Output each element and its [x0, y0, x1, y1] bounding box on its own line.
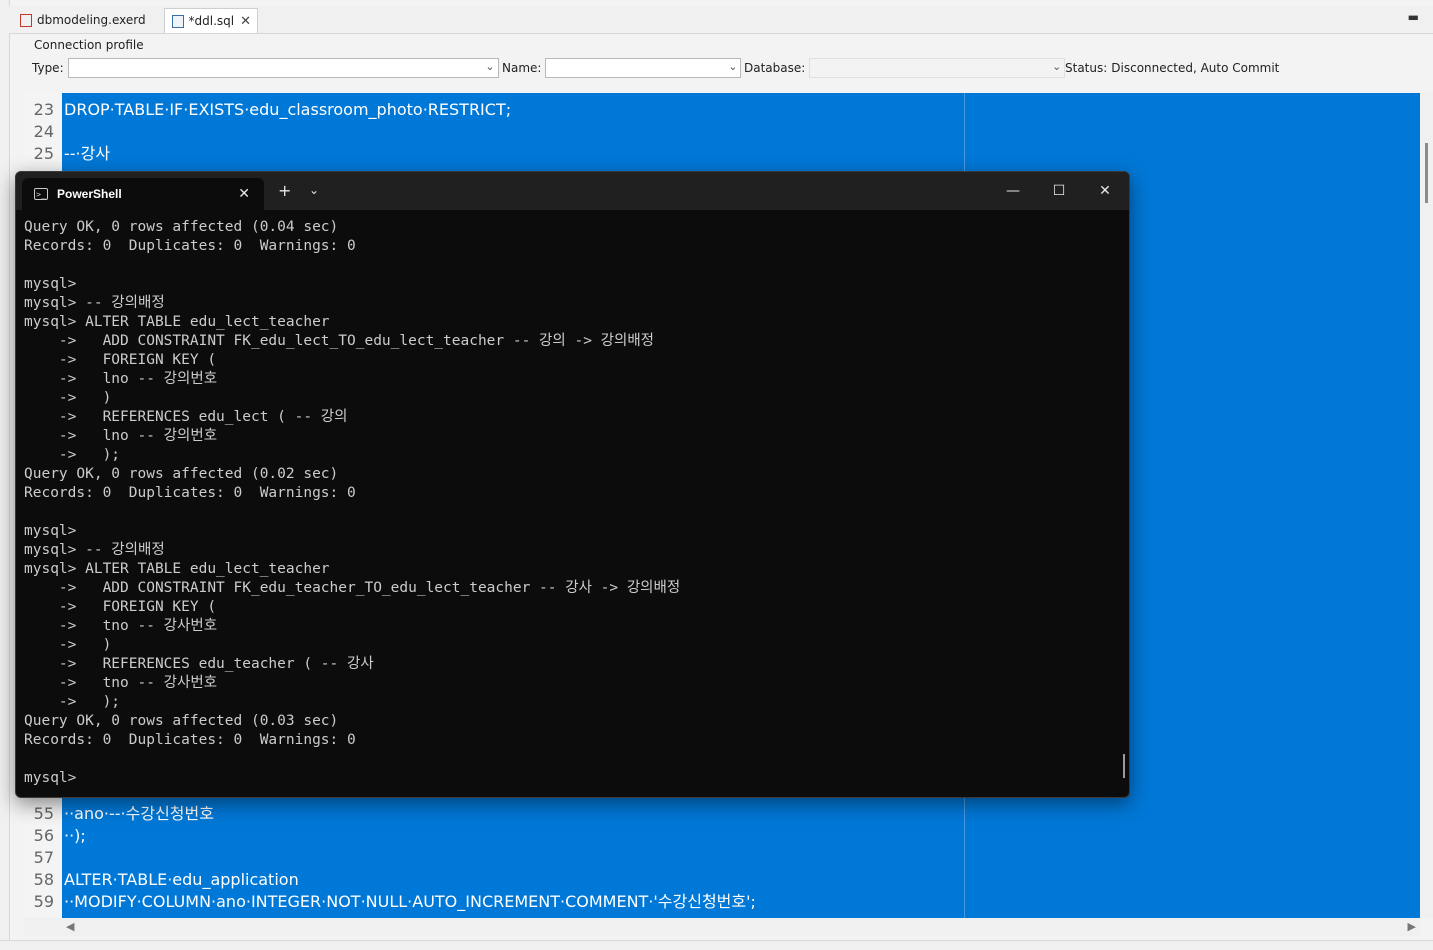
status-value: Disconnected, Auto Commit: [1111, 61, 1280, 75]
minimize-editor-icon[interactable]: ▬: [1408, 10, 1419, 24]
code-text: --·강사: [64, 144, 111, 163]
code-line: 23 DROP·TABLE·IF·EXISTS·edu_classroom_ph…: [24, 99, 511, 121]
powershell-window[interactable]: >_ PowerShell ✕ + ⌄ — ☐ ✕ Query OK, 0 ro…: [15, 171, 1130, 798]
database-combo[interactable]: ⌄: [809, 58, 1066, 78]
type-label: Type:: [32, 61, 64, 75]
code-text: ··MODIFY·COLUMN·ano·INTEGER·NOT·NULL·AUT…: [64, 892, 756, 911]
terminal-line: -> ADD CONSTRAINT FK_edu_lect_TO_edu_lec…: [24, 333, 655, 349]
code-line: 25 --·강사: [24, 143, 110, 165]
horizontal-scrollbar[interactable]: ◀ ▶: [24, 918, 1420, 936]
terminal-line: -> FOREIGN KEY (: [24, 599, 217, 615]
editor-tab-bar: dbmodeling.exerd *ddl.sql ✕ ▬: [9, 6, 1433, 34]
terminal-line: mysql> ALTER TABLE edu_lect_teacher: [24, 561, 330, 577]
terminal-line: -> tno -- 강사번호: [24, 675, 218, 691]
terminal-line: -> ADD CONSTRAINT FK_edu_teacher_TO_edu_…: [24, 580, 681, 596]
code-text: DROP·TABLE·IF·EXISTS·edu_classroom_photo…: [64, 100, 512, 119]
terminal-line: -> REFERENCES edu_teacher ( -- 강사: [24, 656, 374, 672]
connection-profile-bar: Connection profile Type: ⌄ Name: ⌄ Datab…: [24, 34, 1433, 92]
close-icon[interactable]: ✕: [240, 14, 251, 29]
maximize-button[interactable]: ☐: [1036, 178, 1082, 204]
name-label: Name:: [502, 61, 542, 75]
line-number: 24: [33, 122, 54, 141]
vertical-scrollbar[interactable]: [1420, 93, 1433, 918]
terminal-line: mysql> -- 강의배정: [24, 542, 165, 558]
tab-label: dbmodeling.exerd: [37, 13, 146, 27]
code-text: ··);: [64, 826, 86, 845]
terminal-line: -> ): [24, 390, 112, 406]
terminal-line: -> REFERENCES edu_lect ( -- 강의: [24, 409, 348, 425]
code-line: 24: [24, 121, 64, 143]
new-tab-button[interactable]: +: [278, 181, 291, 200]
line-number: 23: [33, 100, 54, 119]
terminal-scrollbar[interactable]: [1123, 754, 1125, 778]
type-combo[interactable]: ⌄: [67, 58, 499, 78]
tab-label: *ddl.sql: [188, 14, 235, 28]
sql-file-icon: [172, 14, 184, 28]
minimize-button[interactable]: —: [990, 178, 1036, 204]
left-panel-edge: [0, 0, 10, 949]
line-number: 56: [33, 826, 54, 845]
code-line: 59 ··MODIFY·COLUMN·ano·INTEGER·NOT·NULL·…: [24, 891, 756, 913]
line-number: 57: [33, 848, 54, 867]
chevron-down-icon: ⌄: [485, 60, 495, 73]
status-row: Status: Disconnected, Auto Commit: [1065, 57, 1279, 79]
erd-file-icon: [20, 13, 32, 27]
terminal-title-bar[interactable]: >_ PowerShell ✕ + ⌄ — ☐ ✕: [16, 172, 1129, 210]
terminal-line: Query OK, 0 rows affected (0.04 sec): [24, 219, 339, 235]
line-number: 55: [33, 804, 54, 823]
database-row: Database: ⌄: [744, 57, 1066, 79]
terminal-line: Records: 0 Duplicates: 0 Warnings: 0: [24, 238, 356, 254]
terminal-line: -> FOREIGN KEY (: [24, 352, 217, 368]
terminal-line: mysql>: [24, 770, 77, 786]
code-line: 55 ··ano·--·수강신청번호: [24, 803, 214, 825]
terminal-line: -> tno -- 강사번호: [24, 618, 218, 634]
terminal-line: -> lno -- 강의번호: [24, 371, 218, 387]
scroll-right-icon[interactable]: ▶: [1408, 920, 1416, 933]
code-line: 57: [24, 847, 64, 869]
terminal-line: mysql>: [24, 276, 77, 292]
status-label: Status:: [1065, 61, 1108, 75]
close-icon[interactable]: ✕: [238, 186, 250, 202]
terminal-tab-title: PowerShell: [57, 187, 122, 201]
code-line: 56 ··);: [24, 825, 86, 847]
powershell-icon: >_: [34, 188, 48, 200]
tab-ddl-sql[interactable]: *ddl.sql ✕: [164, 8, 258, 33]
code-text: ··ano·--·수강신청번호: [64, 804, 214, 823]
chevron-down-icon: ⌄: [728, 60, 738, 73]
database-label: Database:: [744, 61, 806, 75]
terminal-line: -> );: [24, 447, 121, 463]
type-row: Type: ⌄: [32, 57, 499, 79]
terminal-line: mysql>: [24, 523, 77, 539]
terminal-line: mysql> -- 강의배정: [24, 295, 165, 311]
line-number: 59: [33, 892, 54, 911]
terminal-line: mysql> ALTER TABLE edu_lect_teacher: [24, 314, 330, 330]
terminal-line: -> );: [24, 694, 121, 710]
close-window-button[interactable]: ✕: [1082, 178, 1128, 204]
scroll-left-icon[interactable]: ◀: [66, 920, 74, 933]
name-combo[interactable]: ⌄: [545, 58, 742, 78]
terminal-line: -> ): [24, 637, 112, 653]
chevron-down-icon: ⌄: [1052, 60, 1062, 73]
line-number: 25: [33, 144, 54, 163]
tab-dbmodeling[interactable]: dbmodeling.exerd: [13, 8, 163, 32]
name-row: Name: ⌄: [502, 57, 742, 79]
connection-profile-title: Connection profile: [34, 38, 144, 52]
chevron-down-icon[interactable]: ⌄: [309, 183, 319, 197]
line-number: 58: [33, 870, 54, 889]
terminal-tab[interactable]: >_ PowerShell ✕: [22, 178, 264, 210]
code-line: 58 ALTER·TABLE·edu_application: [24, 869, 299, 891]
terminal-output[interactable]: Query OK, 0 rows affected (0.04 sec) Reco…: [24, 218, 1114, 793]
terminal-line: -> lno -- 강의번호: [24, 428, 218, 444]
terminal-line: Records: 0 Duplicates: 0 Warnings: 0: [24, 485, 356, 501]
terminal-line: Query OK, 0 rows affected (0.02 sec): [24, 466, 339, 482]
terminal-line: Query OK, 0 rows affected (0.03 sec): [24, 713, 339, 729]
scrollbar-thumb[interactable]: [1425, 143, 1428, 203]
terminal-line: Records: 0 Duplicates: 0 Warnings: 0: [24, 732, 356, 748]
code-text: ALTER·TABLE·edu_application: [64, 870, 299, 889]
